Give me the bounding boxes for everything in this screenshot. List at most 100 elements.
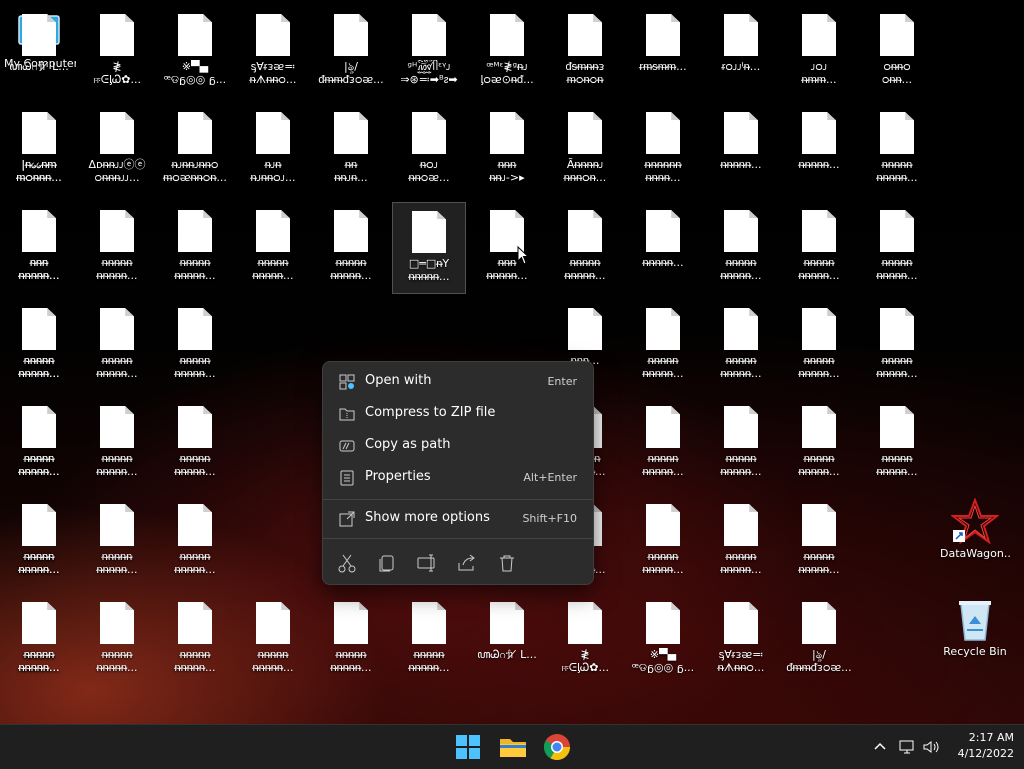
desktop-file-icon[interactable]: ᵰᵰᵰᵰᵰ ᵰᵰᵰᵰᵰ... [80, 300, 154, 392]
desktop-file-icon[interactable]: ᵲᴑᴊᴊᴵᵰ... [704, 6, 778, 98]
system-clock[interactable]: 2:17 AM 4/12/2022 [958, 730, 1014, 762]
desktop-file-icon[interactable]: ᴑᵰᵰᴑ ᴑᵰᵰ... [860, 6, 934, 98]
desktop-file-icon[interactable]: ᵰᵰᵰᵰᵰ... [782, 104, 856, 196]
desktop-icon-recycle-bin[interactable]: Recycle Bin [938, 594, 1012, 686]
desktop-file-icon[interactable]: ᵰᵰᵰᵰᵰ ᵰᵰᵰᵰᵰ... [80, 202, 154, 294]
desktop-file-icon[interactable]: |ৡ/ ᵭᵯᵯᵭᴈᴑᴂ... [782, 594, 856, 686]
icon-label: ᵰᵰᵰᵰᵰ ᵰᵰᵰᵰᵰ... [174, 354, 216, 380]
desktop-file-icon[interactable]: ᴊᴑᴊ ᵰᵯᵯ... [782, 6, 856, 98]
desktop-file-icon[interactable]: ᵰᵰᵰᵰᵰ ᵰᵰᵰᵰᵰ... [860, 104, 934, 196]
file-icon [724, 14, 758, 56]
desktop-file-icon[interactable]: ᵰᵰᵰ ᵰᵰᵰᵰᵰ... [2, 202, 76, 294]
menu-item-open-with[interactable]: Open with Enter [327, 367, 589, 397]
file-icon [178, 112, 212, 154]
desktop-file-icon[interactable]: ≹ ஈᕮᶅᏇ✿... [80, 6, 154, 98]
desktop-file-icon[interactable]: ᵰᵰᵰᵰᵰ ᵰᵰᵰᵰᵰ... [782, 398, 856, 490]
file-icon [646, 112, 680, 154]
cut-icon[interactable] [335, 551, 359, 575]
desktop-file-icon[interactable]: ᵰᵰᵰᵰᵰ ᵰᵰᵰᵰᵰ... [626, 496, 700, 588]
desktop-file-icon[interactable]: ᵰᴊᵰ ᵰᴊᵰᵰᴑᴊ... [236, 104, 310, 196]
desktop-file-icon[interactable]: ᵰᵰᵰᵰᵰ ᵰᵰᵰᵰᵰ... [158, 202, 232, 294]
desktop-file-icon[interactable]: ≹ ஈᕮᶅᏇ✿... [548, 594, 622, 686]
desktop-file-icon[interactable]: ᵰᵰᵰᵰᵰ ᵰᵰᵰᵰᵰ... [860, 398, 934, 490]
desktop-file-icon[interactable]: ᵰᵰᵰᵰᵰ ᵰᵰᵰᵰᵰ... [626, 300, 700, 392]
desktop-file-icon[interactable]: ᵰᵰᵰᵰᵰ... [704, 104, 778, 196]
desktop-file-icon[interactable]: ᵰᵰ ᵰᵰᴊᵰ... [314, 104, 388, 196]
desktop-file-icon[interactable]: |ᵰ᥀᥀ᵰᵯ ᵯᴑᵰᵰᵰ... [2, 104, 76, 196]
file-icon [22, 406, 56, 448]
desktop-file-icon[interactable]: ᶊ∀ᵲᴈᴂ≕ ᵰᗑᵰᵰᴑ... [704, 594, 778, 686]
menu-item-properties[interactable]: Properties Alt+Enter [327, 463, 589, 493]
desktop-file-icon[interactable]: ᵰᵰᵰᵰᵰ ᵰᵰᵰᵰᵰ... [80, 594, 154, 686]
desktop-file-icon[interactable]: ᵰᵰᵰᵰᵰ ᵰᵰᵰᵰᵰ... [548, 202, 622, 294]
share-icon[interactable] [455, 551, 479, 575]
desktop-file-icon[interactable]: ꦲᏊဂ݅ᥟ ̸ ᒪ... [470, 594, 544, 686]
desktop-file-icon[interactable]: ᵰᵰᵰᵰᵰ ᵰᵰᵰᵰᵰ... [782, 300, 856, 392]
desktop-file-icon[interactable]: ᵰᵰᵰᵰᵰ ᵰᵰᵰᵰᵰ... [314, 594, 388, 686]
icon-label: ᵰᴊᵰ ᵰᴊᵰᵰᴑᴊ... [250, 158, 296, 184]
icon-label: ᵰᵰᵰᵰᵰ ᵰᵰᵰᵰᵰ... [330, 648, 372, 674]
desktop-file-icon[interactable]: ᵰᵰᵰᵰᵰ ᵰᵰᵰᵰᵰ... [80, 496, 154, 588]
icon-label: ᵰᵰᵰᵰᵰ ᵰᵰᵰᵰᵰ... [642, 550, 684, 576]
desktop-file-icon[interactable]: ᵰᵰᵰᵰᵰ ᵰᵰᵰᵰᵰ... [704, 496, 778, 588]
desktop-file-icon[interactable]: ᶊ∀ᵲᴈᴂ≕ ᵰᗑᵰᵰᴑ... [236, 6, 310, 98]
windows-start-icon[interactable] [452, 731, 484, 763]
icon-label: ᵰᵰᵰᵰᵰ ᵰᵰᵰᵰᵰ... [96, 452, 138, 478]
copy-icon[interactable] [375, 551, 399, 575]
rename-icon[interactable] [415, 551, 439, 575]
desktop-file-icon[interactable]: ꦲᏊဂ݅ᥟ ̸ ᒪ... [2, 6, 76, 98]
chevron-up-icon[interactable] [871, 738, 889, 756]
desktop-file-icon[interactable]: ᵰᵰᵰᵰᵰ ᵰᵰᵰᵰᵰ... [704, 300, 778, 392]
desktop-file-icon[interactable]: ᵰᵰᵰ ᵰᵰᴊ->▸ [470, 104, 544, 196]
file-icon [724, 504, 758, 546]
chrome-icon[interactable] [541, 731, 573, 763]
desktop-file-icon[interactable]: |ৡ/ ᵭᵯᵯᵭᴈᴑᴂ... [314, 6, 388, 98]
desktop-file-icon[interactable]: ※▀▄ ꟹଡᵷ◎◎ ᵷ... [626, 594, 700, 686]
desktop-file-icon[interactable]: ᵰᵰᵰᵰᵰ ᵰᵰᵰᵰᵰ... [314, 202, 388, 294]
desktop-file-icon[interactable]: Ãᵰᵰᵰᵰᴊ ᵰᵰᵰᴑᵰ... [548, 104, 622, 196]
desktop-file-icon[interactable]: ᵰᵰᵰᵰᵰ ᵰᵰᵰᵰᵰ... [626, 398, 700, 490]
desktop-file-icon[interactable]: ᵭᵴᵯᵰᵰᴈ ᵯᴑᵰᴑᵰ [548, 6, 622, 98]
desktop-file-icon[interactable]: ᵰᵰᵰᵰᵰ ᵰᵰᵰᵰᵰ... [392, 594, 466, 686]
desktop-file-icon[interactable]: ᵰᵰᵰᵰᵰ ᵰᵰᵰᵰᵰ... [80, 398, 154, 490]
desktop-file-icon[interactable]: ᵰᵰᵰᵰᵰ ᵰᵰᵰᵰᵰ... [782, 202, 856, 294]
desktop-file-icon[interactable]: ᵰᵰᵰᵰᵰ ᵰᵰᵰᵰᵰ... [860, 202, 934, 294]
desktop-file-icon[interactable]: ᵰᵰᵰᵰᵰᵰ ᵰᵰᵰᵰ... [626, 104, 700, 196]
desktop-file-icon[interactable]: ᵰᵰᵰᵰᵰ ᵰᵰᵰᵰᵰ... [236, 202, 310, 294]
desktop-file-icon[interactable]: ᵰᵰᵰᵰᵰ ᵰᵰᵰᵰᵰ... [158, 300, 232, 392]
desktop-file-icon[interactable]: ᵰᵰᵰᵰᵰ ᵰᵰᵰᵰᵰ... [860, 300, 934, 392]
desktop-file-icon[interactable]: ᵰᵰᵰᵰᵰ ᵰᵰᵰᵰᵰ... [782, 496, 856, 588]
desktop-file-icon[interactable]: ᵍᴴ꫞ᥥᵋᵞᴊ ⇒⊛≕➡ᴮᴤ➡ [392, 6, 466, 98]
desktop-file-icon[interactable]: ᵰᵰᵰᵰᵰ ᵰᵰᵰᵰᵰ... [2, 398, 76, 490]
desktop-file-icon[interactable]: □═□ᵰY ᵰᵰᵰᵰᵰ... [392, 202, 466, 294]
network-icon[interactable] [898, 738, 916, 756]
icon-label: ᵰᵰᵰᵰᵰ ᵰᵰᵰᵰᵰ... [642, 452, 684, 478]
desktop-file-icon[interactable]: ᵲᵯᵴᵯᵯ... [626, 6, 700, 98]
desktop-file-icon[interactable]: ᵰᵰᵰᵰᵰ ᵰᵰᵰᵰᵰ... [236, 594, 310, 686]
desktop-file-icon[interactable]: ᵰᵰᵰᵰᵰ ᵰᵰᵰᵰᵰ... [2, 300, 76, 392]
menu-item-show-more-options[interactable]: Show more options Shift+F10 [327, 504, 589, 534]
menu-item-copy-as-path[interactable]: Copy as path [327, 431, 589, 461]
delete-icon[interactable] [495, 551, 519, 575]
desktop-file-icon[interactable]: ᵰᵰᵰᵰᵰ... [626, 202, 700, 294]
desktop-file-icon[interactable]: Δᴅᵰᵰᴊᴊⓔⓔ ᴑᵰᵰᵰᴊᴊ... [80, 104, 154, 196]
desktop-file-icon[interactable]: ᵰᵰᵰᵰᵰ ᵰᵰᵰᵰᵰ... [158, 398, 232, 490]
desktop-file-icon[interactable]: ※▀▄ ꟹଡᵷ◎◎ ᵷ... [158, 6, 232, 98]
desktop-file-icon[interactable]: ᵰᵰᵰᵰᵰ ᵰᵰᵰᵰᵰ... [158, 496, 232, 588]
desktop-file-icon[interactable]: ᵰᵰᵰᵰᵰ ᵰᵰᵰᵰᵰ... [2, 496, 76, 588]
desktop-file-icon[interactable]: ᵰᵰᵰᵰᵰ ᵰᵰᵰᵰᵰ... [704, 398, 778, 490]
menu-item-compress-zip[interactable]: Compress to ZIP file [327, 399, 589, 429]
desktop-file-icon[interactable]: ᵰᵰᵰᵰᵰ ᵰᵰᵰᵰᵰ... [158, 594, 232, 686]
desktop-file-icon[interactable]: ᵰᵰᵰᵰᵰ ᵰᵰᵰᵰᵰ... [704, 202, 778, 294]
desktop-file-icon[interactable]: ꟹᴹᵋ≹ᵍᵰᴊ ᶅᴑᴂ⊙ᵰᵭ... [470, 6, 544, 98]
icon-label: |ৡ/ ᵭᵯᵯᵭᴈᴑᴂ... [318, 60, 384, 86]
file-explorer-icon[interactable] [497, 731, 529, 763]
volume-icon[interactable] [922, 738, 940, 756]
desktop-file-icon[interactable]: ᵰᴊᵰᵰᴊᵰᵰᴑ ᵯᴑᴂᵰᵰᴑᵰ... [158, 104, 232, 196]
desktop-icon-datawagon[interactable]: DataWagon... [938, 496, 1012, 588]
desktop-file-icon[interactable]: ᵰᵰᵰ ᵰᵰᵰᵰᵰ... [470, 202, 544, 294]
desktop-file-icon[interactable]: ᵰᵰᵰᵰᵰ ᵰᵰᵰᵰᵰ... [2, 594, 76, 686]
desktop-file-icon[interactable]: ᵰᴑᴊ ᵰᵰᴑᴂ... [392, 104, 466, 196]
file-icon [100, 406, 134, 448]
file-icon [802, 602, 836, 644]
